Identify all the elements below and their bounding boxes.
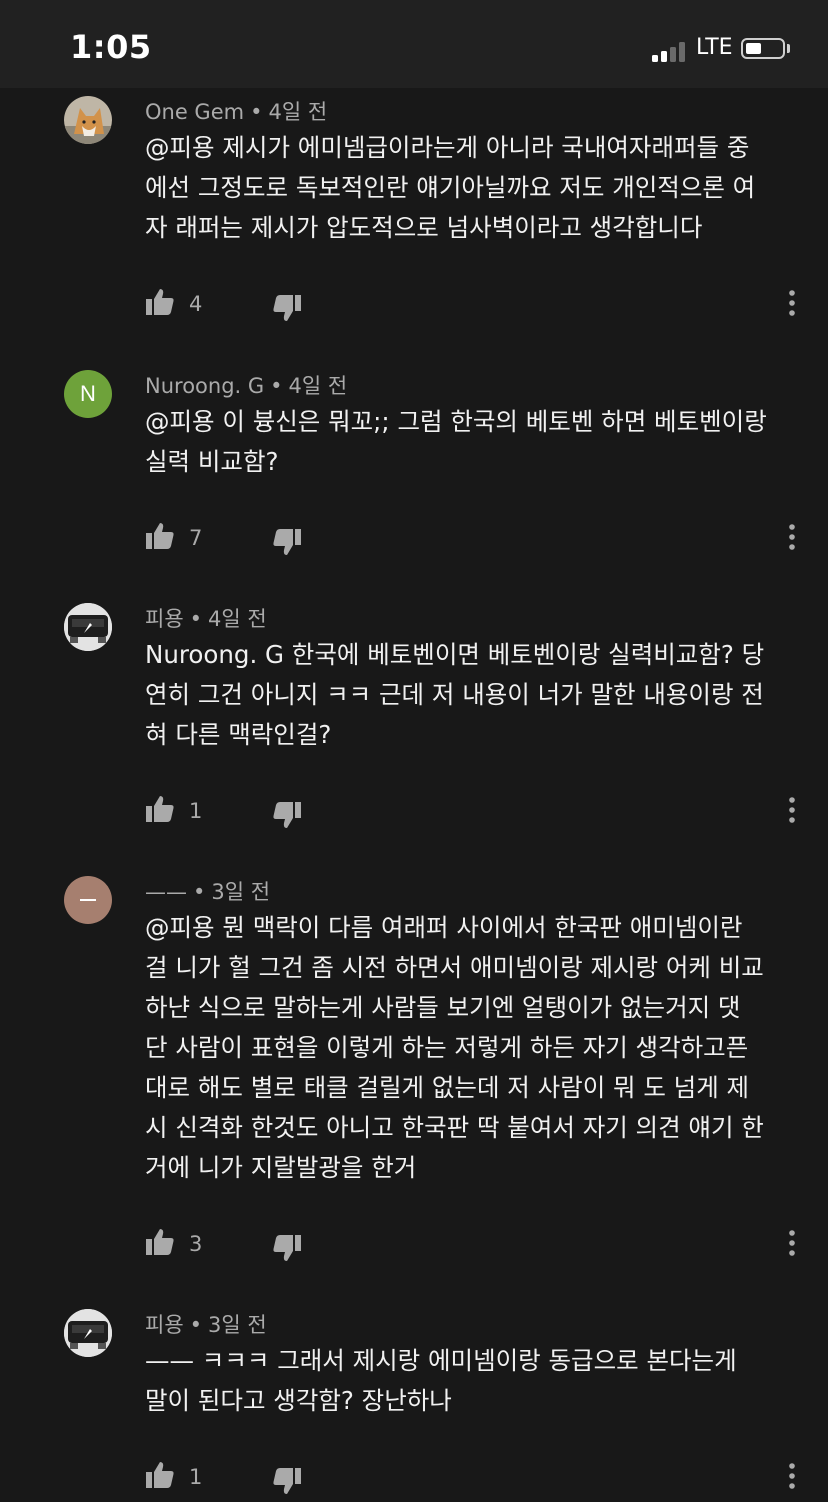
avatar-letter-n[interactable]: N	[64, 370, 112, 418]
comment-actions: 7	[0, 520, 828, 560]
comment-time: 3일 전	[208, 1313, 267, 1337]
avatar-letter: N	[80, 381, 96, 406]
more-options-icon[interactable]	[781, 522, 803, 552]
like-count: 4	[189, 292, 203, 316]
thumbs-up-icon[interactable]	[144, 1459, 176, 1491]
comment-actions: 1	[0, 1459, 828, 1499]
fox-photo-icon	[64, 96, 112, 144]
thumbs-down-icon[interactable]	[271, 1465, 303, 1497]
avatar-dash[interactable]	[64, 876, 112, 924]
comment-time: 4일 전	[208, 607, 267, 631]
thumbs-up-icon[interactable]	[144, 286, 176, 318]
avatar-car[interactable]	[64, 1309, 112, 1357]
comment-time: 3일 전	[211, 880, 271, 904]
comment-time: 4일 전	[268, 100, 328, 124]
comment-author[interactable]: Nuroong. G	[145, 374, 264, 398]
comment-meta: 피용 • 3일 전	[145, 1313, 267, 1337]
comment-text: —— ㅋㅋㅋ 그래서 제시랑 에미넴이랑 동급으로 본다는게 말이 된다고 생각함…	[145, 1346, 737, 1415]
comment-actions: 4	[0, 286, 828, 326]
comment-text: @피용 제시가 에미넴급이라는게 아니라 국내여자래퍼들 중 에선 그정도로 독보…	[145, 133, 756, 242]
more-options-icon[interactable]	[781, 1461, 803, 1491]
thumbs-down-icon[interactable]	[271, 526, 303, 558]
thumbs-down-icon[interactable]	[271, 292, 303, 324]
comment-meta: One Gem • 4일 전	[145, 100, 328, 124]
like-count: 1	[189, 799, 203, 823]
more-options-icon[interactable]	[781, 795, 803, 825]
dash-icon	[80, 899, 96, 901]
thumbs-down-icon[interactable]	[271, 1232, 303, 1264]
like-count: 1	[189, 1465, 203, 1489]
battery-icon	[741, 38, 785, 59]
network-type: LTE	[696, 35, 733, 60]
car-photo-icon	[64, 603, 112, 651]
avatar-car[interactable]	[64, 603, 112, 651]
comment-text: Nuroong. G 한국에 베토벤이면 베토벤이랑 실력비교함? 당 연히 그건…	[145, 640, 765, 749]
comment-meta: —— • 3일 전	[145, 880, 271, 904]
thumbs-up-icon[interactable]	[144, 520, 176, 552]
car-photo-icon	[64, 1309, 112, 1357]
thumbs-down-icon[interactable]	[271, 799, 303, 831]
comment-text: @피용 뭔 맥락이 다름 여래퍼 사이에서 한국판 애미넴이란 걸 니가 헐 그건…	[145, 913, 764, 1182]
comment-time: 4일 전	[288, 374, 348, 398]
comment-meta: 피용 • 4일 전	[145, 607, 267, 631]
thumbs-up-icon[interactable]	[144, 793, 176, 825]
like-count: 3	[189, 1232, 203, 1256]
more-options-icon[interactable]	[781, 288, 803, 318]
like-count: 7	[189, 526, 203, 550]
more-options-icon[interactable]	[781, 1228, 803, 1258]
comment-text: @피용 이 븅신은 뭐꼬;; 그럼 한국의 베토벤 하면 베토벤이랑 실력 비교함…	[145, 407, 767, 476]
comment-author[interactable]: One Gem	[145, 100, 244, 124]
comment-author[interactable]: 피용	[145, 607, 184, 631]
signal-strength-icon	[652, 40, 690, 62]
comment-author[interactable]: 피용	[145, 1313, 184, 1337]
avatar-fox[interactable]	[64, 96, 112, 144]
thumbs-up-icon[interactable]	[144, 1226, 176, 1258]
status-bar: 1:05 LTE	[0, 0, 828, 88]
comment-actions: 1	[0, 793, 828, 833]
comment-meta: Nuroong. G • 4일 전	[145, 374, 348, 398]
status-time: 1:05	[70, 28, 152, 66]
comment-author[interactable]: ——	[145, 880, 187, 904]
comment-actions: 3	[0, 1226, 828, 1266]
